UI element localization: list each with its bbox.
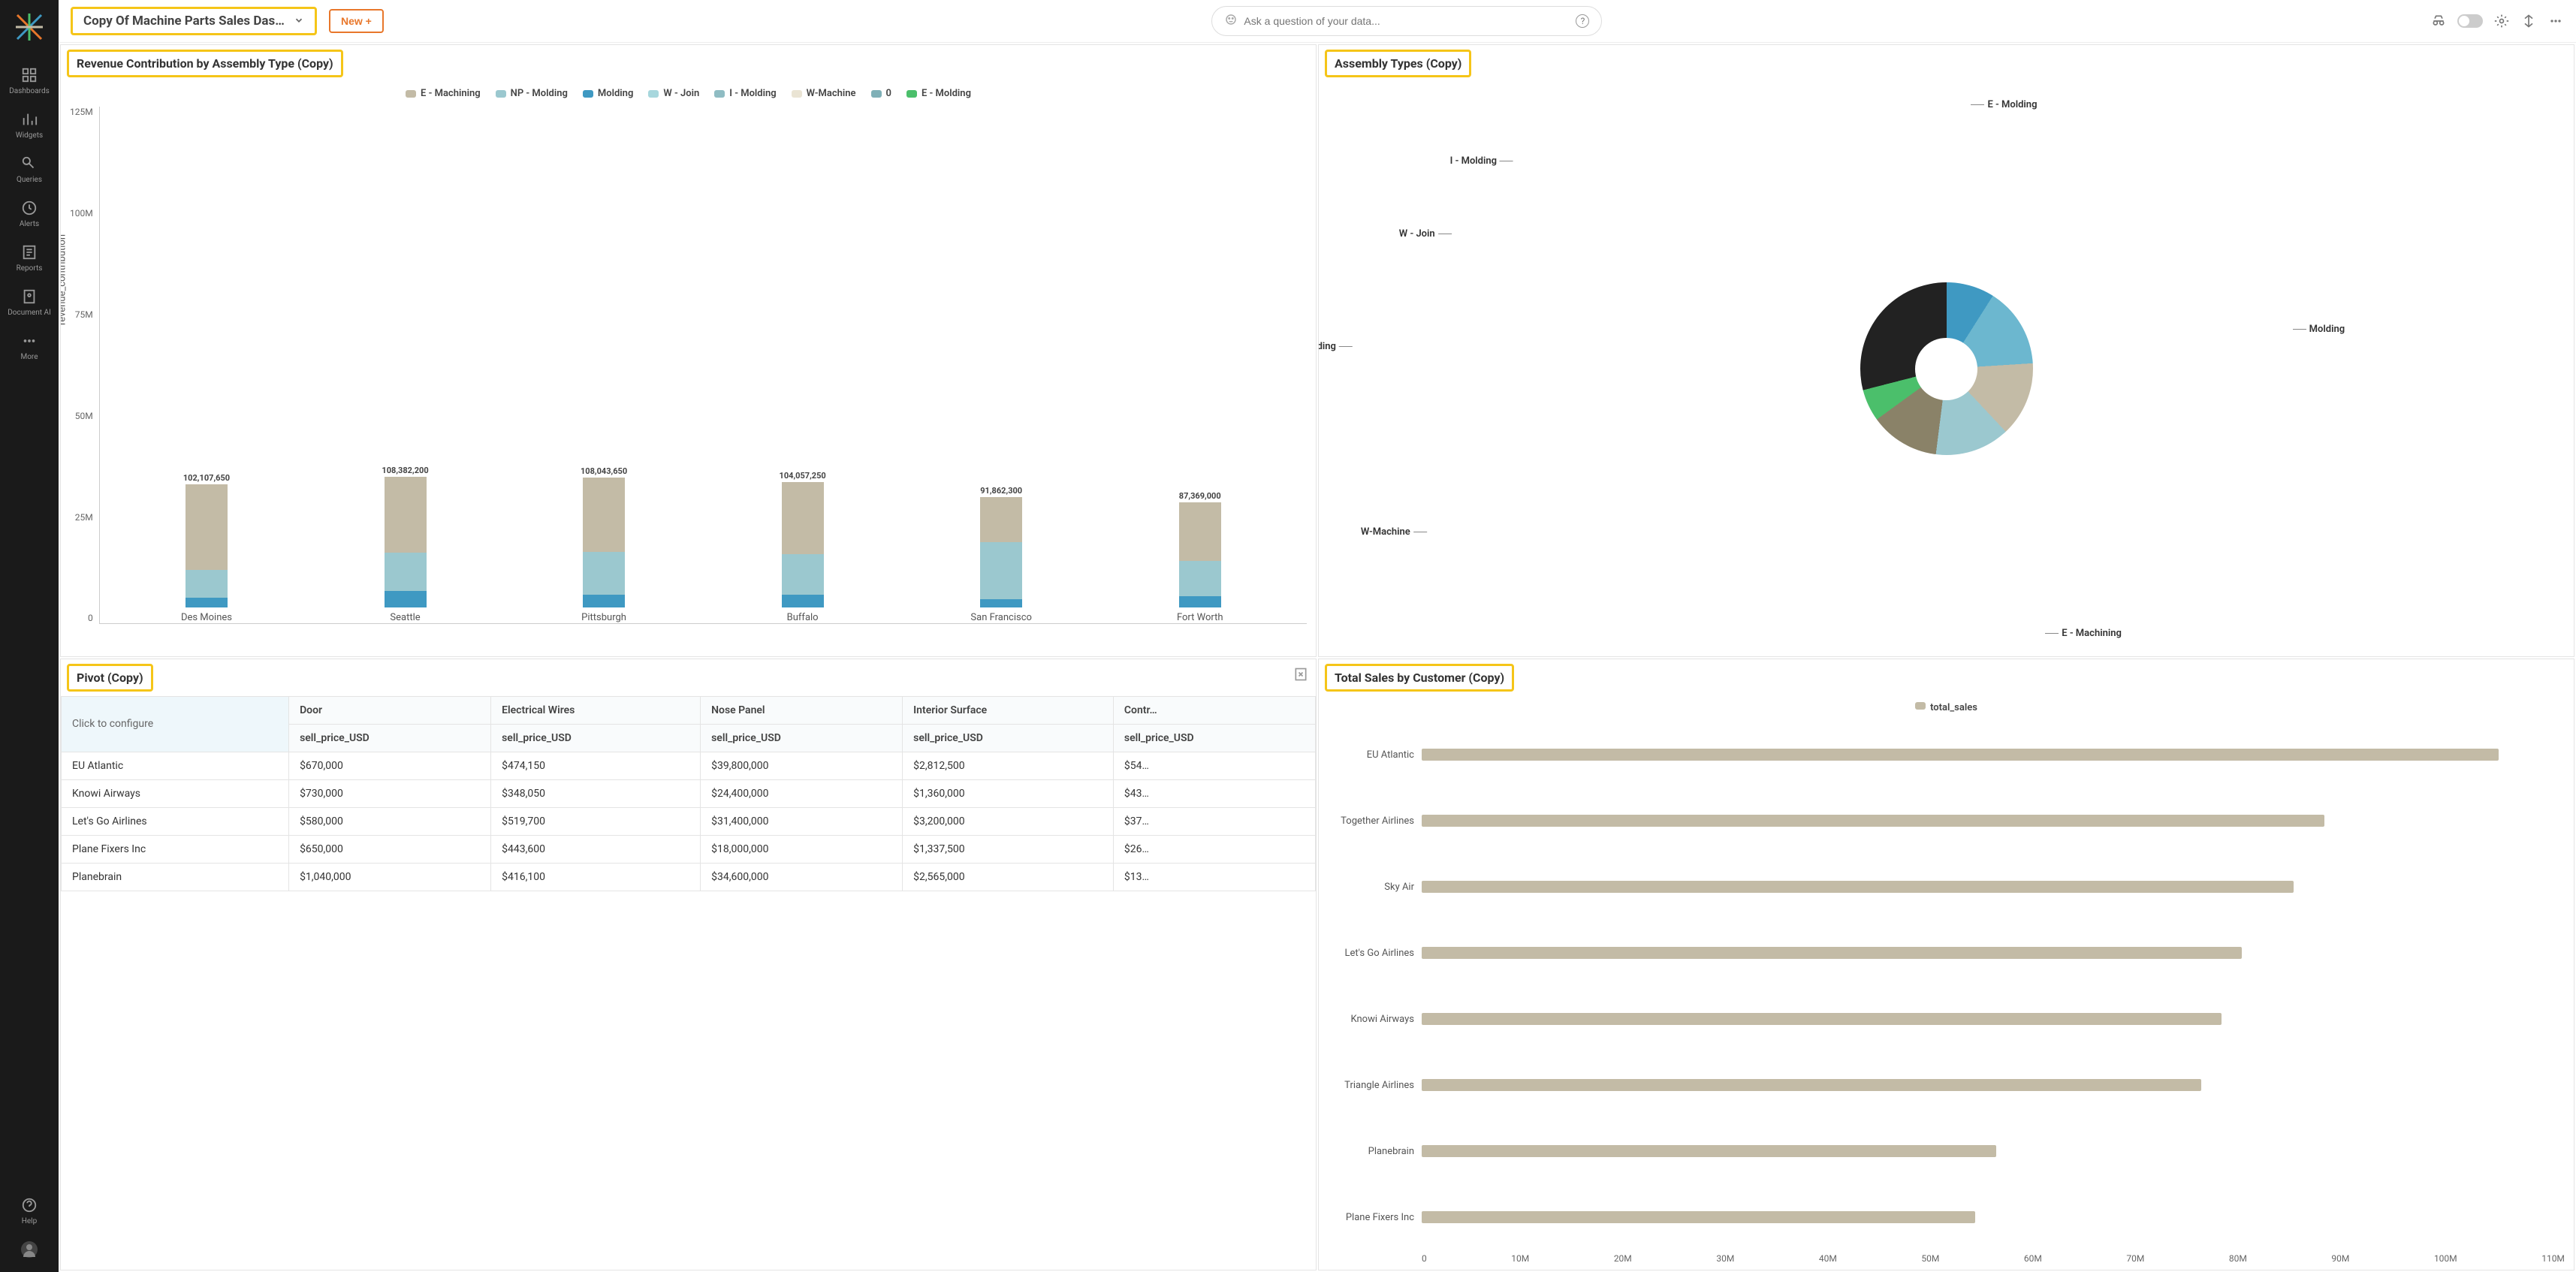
topbar: Copy Of Machine Parts Sales Dashbo… New …	[59, 0, 2576, 43]
menu-icon[interactable]	[2547, 13, 2564, 29]
sidebar-item-label: Alerts	[20, 220, 39, 228]
sidebar-item-document-ai[interactable]: Document AI	[0, 282, 59, 323]
chart-legend: E - MachiningNP - MoldingMoldingW - Join…	[70, 88, 1307, 99]
help-icon	[20, 1196, 38, 1214]
hbar-area: EU AtlanticTogether AirlinesSky AirLet's…	[1328, 722, 2565, 1251]
new-button[interactable]: New +	[329, 9, 384, 33]
doc-icon	[20, 288, 38, 306]
panel-title: Pivot (Copy)	[67, 664, 153, 692]
sidebar-item-reports[interactable]: Reports	[0, 237, 59, 279]
search-input[interactable]	[1244, 15, 1570, 27]
bar-chart-icon	[20, 110, 38, 128]
chart-legend: total_sales	[1328, 702, 2565, 713]
x-axis: 010M20M30M40M50M60M70M80M90M100M110M	[1422, 1253, 2565, 1264]
panel-revenue: Revenue Contribution by Assembly Type (C…	[60, 44, 1317, 657]
sidebar-item-label: Reports	[17, 264, 43, 273]
y-axis: revenue_contribution 125M100M75M50M25M0	[70, 107, 99, 624]
sidebar-item-label: Help	[22, 1217, 37, 1225]
dashboard-title-dropdown[interactable]: Copy Of Machine Parts Sales Dashbo…	[71, 7, 317, 35]
app-logo	[14, 12, 44, 42]
query-icon	[20, 155, 38, 173]
sidebar-item-more[interactable]: More	[0, 326, 59, 367]
panel-pivot: Pivot (Copy) Click to configureDoorElect…	[60, 659, 1317, 1271]
sidebar-item-help[interactable]: Help	[0, 1190, 59, 1231]
sidebar-item-label: Queries	[17, 176, 42, 184]
y-axis-label: revenue_contribution	[61, 234, 68, 325]
sidebar-item-user[interactable]	[0, 1234, 59, 1264]
donut-chart: MoldingE - MachiningW-MachineNP - Moldin…	[1328, 88, 2565, 650]
pivot-table[interactable]: Click to configureDoorElectrical WiresNo…	[61, 696, 1316, 891]
panel-sales: Total Sales by Customer (Copy) total_sal…	[1318, 659, 2574, 1271]
sidebar: Dashboards Widgets Queries Alerts Report…	[0, 0, 59, 1272]
sidebar-item-label: Widgets	[16, 131, 43, 140]
gear-icon[interactable]	[2493, 13, 2510, 29]
alert-icon	[20, 199, 38, 217]
sidebar-item-label: Document AI	[8, 309, 51, 317]
sidebar-item-label: Dashboards	[9, 87, 50, 95]
panel-assembly: Assembly Types (Copy) MoldingE - Machini…	[1318, 44, 2574, 657]
sidebar-item-dashboards[interactable]: Dashboards	[0, 60, 59, 101]
filter-icon[interactable]	[2520, 13, 2537, 29]
bars-area: 102,107,650Des Moines108,382,200Seattle1…	[99, 107, 1307, 624]
export-excel-icon[interactable]	[1293, 667, 1308, 685]
grid-icon	[20, 66, 38, 84]
user-icon	[20, 1240, 38, 1258]
sidebar-item-queries[interactable]: Queries	[0, 149, 59, 190]
search-input-wrap[interactable]: ?	[1211, 6, 1602, 36]
report-icon	[20, 243, 38, 261]
panel-title: Assembly Types (Copy)	[1325, 50, 1471, 77]
sidebar-item-label: More	[20, 353, 38, 361]
ai-icon	[1224, 13, 1238, 29]
sidebar-item-alerts[interactable]: Alerts	[0, 193, 59, 234]
legend-label: total_sales	[1930, 702, 1977, 713]
panel-title: Total Sales by Customer (Copy)	[1325, 664, 1514, 692]
panel-title: Revenue Contribution by Assembly Type (C…	[67, 50, 343, 77]
view-toggle[interactable]	[2457, 14, 2483, 28]
more-icon	[20, 332, 38, 350]
incognito-icon[interactable]	[2430, 13, 2447, 29]
chevron-down-icon	[294, 14, 304, 29]
search-help-icon[interactable]: ?	[1576, 14, 1589, 28]
dashboard-title: Copy Of Machine Parts Sales Dashbo…	[83, 14, 286, 29]
sidebar-item-widgets[interactable]: Widgets	[0, 104, 59, 146]
